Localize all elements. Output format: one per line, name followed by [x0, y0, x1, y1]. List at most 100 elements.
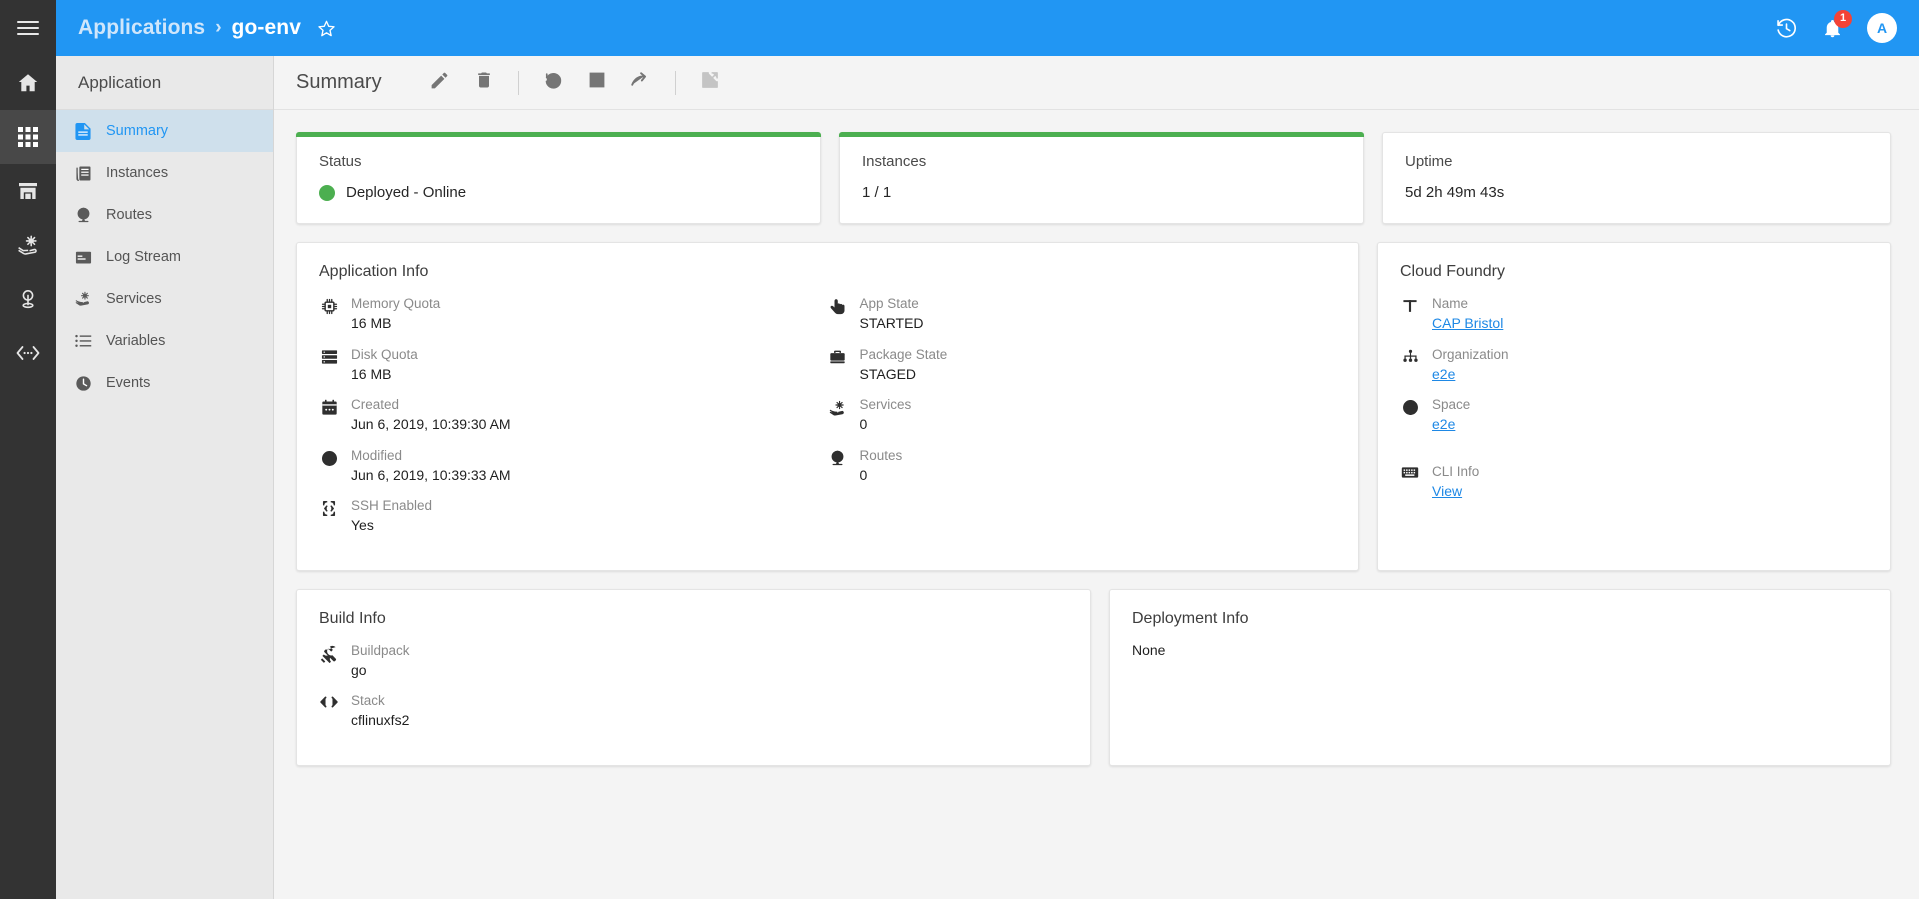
- hand-gear-icon: [16, 233, 41, 258]
- restart-icon: [542, 69, 564, 96]
- bell-icon[interactable]: 1: [1822, 9, 1852, 39]
- info-value: View: [1432, 481, 1479, 501]
- cli-info-view-link[interactable]: View: [1432, 483, 1462, 499]
- avatar-initial: A: [1876, 20, 1888, 36]
- info-row: Memory Quota 16 MB: [319, 295, 828, 334]
- org-tree-icon: [1400, 346, 1420, 365]
- cloud-foundry-space-link[interactable]: e2e: [1432, 416, 1455, 432]
- info-key: Package State: [859, 346, 948, 362]
- main-region: Summary Status Deployed - Online Instanc…: [274, 56, 1919, 899]
- application-info-columns: Memory Quota 16 MB Disk Quota 16 MB Crea…: [319, 295, 1336, 548]
- primary-nav-rail: [0, 56, 56, 899]
- avatar[interactable]: A: [1867, 13, 1897, 43]
- rail-item-services[interactable]: [0, 218, 56, 272]
- redo-arrow-icon: [629, 69, 652, 97]
- info-value: 0: [859, 416, 868, 433]
- info-text: Package State STAGED: [860, 346, 948, 385]
- sidebar-nav-list: Summary Instances Routes Log Stream Serv…: [56, 110, 273, 404]
- breadcrumb-applications-link[interactable]: Applications: [78, 16, 205, 40]
- build-info-card: Build Info Buildpack go Stack cflinuxfs2: [296, 588, 1091, 766]
- calendar-icon: [319, 396, 339, 416]
- sidebar-item-summary[interactable]: Summary: [56, 110, 273, 152]
- sidebar-item-services[interactable]: Services: [56, 278, 273, 320]
- history-clock-icon[interactable]: [1775, 17, 1798, 40]
- rail-item-api[interactable]: [0, 326, 56, 380]
- info-row: Space e2e: [1400, 396, 1868, 435]
- hand-gear-icon: [74, 290, 92, 308]
- info-text: Created Jun 6, 2019, 10:39:30 AM: [351, 396, 511, 435]
- hamburger-menu-icon[interactable]: [0, 0, 56, 56]
- globe-route-icon: [74, 207, 92, 224]
- sidebar-item-events[interactable]: Events: [56, 362, 273, 404]
- breadcrumb-separator: ›: [215, 17, 222, 38]
- restage-button[interactable]: [619, 61, 663, 105]
- pointer-hand-icon: [828, 295, 848, 316]
- instances-card-value: 1 / 1: [862, 184, 892, 201]
- globe-icon: [1400, 396, 1420, 416]
- info-row: CLI Info View: [1400, 463, 1868, 502]
- info-value: CAP Bristol: [1432, 313, 1503, 333]
- info-key: Disk Quota: [351, 346, 418, 362]
- notification-count-badge: 1: [1834, 9, 1852, 28]
- application-info-title: Application Info: [319, 263, 429, 280]
- info-value: 16 MB: [351, 315, 392, 332]
- info-value: Jun 6, 2019, 10:39:30 AM: [351, 416, 511, 433]
- sidebar-item-variables[interactable]: Variables: [56, 320, 273, 362]
- open-in-new-window-button[interactable]: [688, 61, 732, 105]
- sidebar-item-label: Routes: [106, 207, 152, 223]
- rail-item-applications[interactable]: [0, 110, 56, 164]
- delete-button[interactable]: [462, 61, 506, 105]
- sidebar-item-label: Log Stream: [106, 249, 181, 265]
- sidebar-item-log-stream[interactable]: Log Stream: [56, 236, 273, 278]
- info-text: Organization e2e: [1432, 346, 1509, 385]
- info-value: e2e: [1432, 364, 1509, 384]
- info-text: App State STARTED: [860, 295, 924, 334]
- stop-button[interactable]: [575, 61, 619, 105]
- info-text: SSH Enabled Yes: [351, 497, 432, 536]
- info-row: Modified Jun 6, 2019, 10:39:33 AM: [319, 447, 828, 486]
- application-info-right-column: App State STARTED Package State STAGED S…: [828, 295, 1337, 548]
- rail-item-endpoints[interactable]: [0, 272, 56, 326]
- info-row: Buildpack go: [319, 642, 1068, 681]
- uptime-card-label: Uptime: [1405, 153, 1453, 170]
- info-text: Buildpack go: [351, 642, 410, 681]
- cloud-foundry-title: Cloud Foundry: [1400, 263, 1505, 280]
- sidebar-item-instances[interactable]: Instances: [56, 152, 273, 194]
- hamburger-bars: [17, 17, 39, 39]
- info-row: Routes 0: [828, 447, 1337, 486]
- deployment-info-title: Deployment Info: [1132, 609, 1249, 627]
- status-card-value-row: Deployed - Online: [319, 184, 798, 201]
- sidebar-item-routes[interactable]: Routes: [56, 194, 273, 236]
- disk-stack-icon: [319, 346, 339, 365]
- info-text: Routes 0: [860, 447, 903, 486]
- star-outline-icon[interactable]: [317, 19, 336, 38]
- info-key: Services: [859, 397, 912, 413]
- edit-button[interactable]: [418, 61, 462, 105]
- uptime-card: Uptime 5d 2h 49m 43s: [1382, 132, 1891, 224]
- log-window-icon: [74, 250, 92, 265]
- rail-item-marketplace[interactable]: [0, 164, 56, 218]
- sidebar-item-label: Instances: [106, 165, 169, 181]
- rail-item-home[interactable]: [0, 56, 56, 110]
- wrench-icon: [319, 642, 339, 663]
- info-key: Organization: [1432, 346, 1509, 362]
- cloud-foundry-name-link[interactable]: CAP Bristol: [1432, 315, 1503, 331]
- clock-icon: [74, 375, 92, 392]
- application-info-card: Application Info Memory Quota 16 MB Disk…: [296, 242, 1359, 571]
- info-row: App State STARTED: [828, 295, 1337, 334]
- info-text: Space e2e: [1432, 396, 1470, 435]
- code-brackets-icon: [319, 692, 339, 709]
- info-key: Created: [351, 397, 400, 413]
- text-t-icon: [1400, 295, 1420, 314]
- info-value: cflinuxfs2: [351, 712, 410, 729]
- info-row: Disk Quota 16 MB: [319, 346, 828, 385]
- info-key: SSH Enabled: [351, 498, 433, 514]
- cloud-foundry-organization-link[interactable]: e2e: [1432, 366, 1455, 382]
- restart-button[interactable]: [531, 61, 575, 105]
- info-value: STARTED: [859, 315, 924, 332]
- endpoint-pin-icon: [16, 287, 40, 311]
- info-key: Memory Quota: [351, 296, 441, 311]
- info-key: CLI Info: [1432, 463, 1480, 479]
- application-info-left-column: Memory Quota 16 MB Disk Quota 16 MB Crea…: [319, 295, 828, 548]
